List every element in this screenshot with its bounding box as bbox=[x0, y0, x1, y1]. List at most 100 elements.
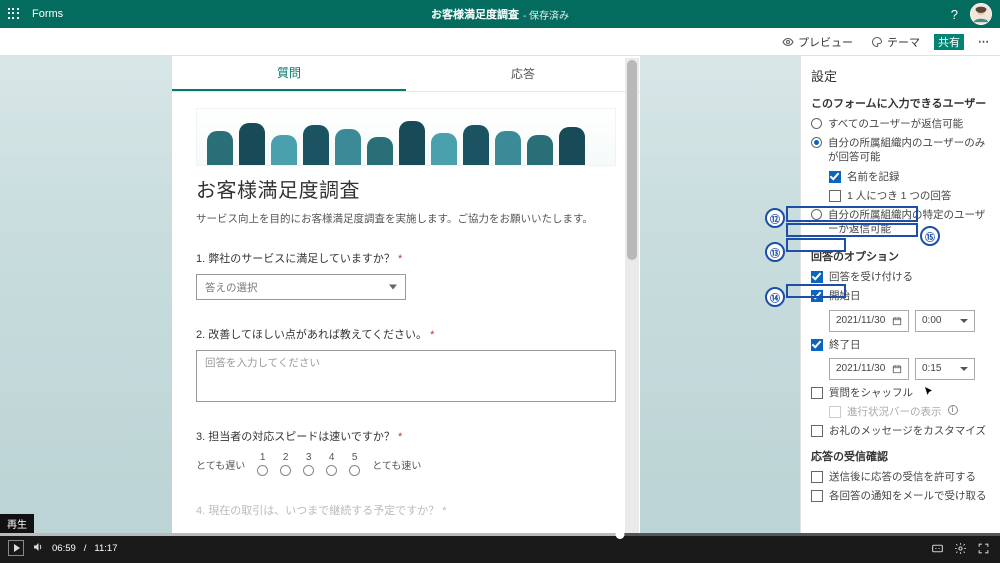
scrollbar-thumb[interactable] bbox=[627, 60, 637, 260]
q3-label: 3. 担当者の対応スピードは速いですか？ bbox=[196, 431, 395, 443]
annotation-13: ⑬ bbox=[765, 242, 785, 262]
opt-accept[interactable]: 回答を受け付ける bbox=[811, 270, 992, 284]
radio-icon bbox=[811, 137, 822, 148]
video-progress-fill bbox=[0, 533, 620, 536]
question-3[interactable]: 3. 担当者の対応スピードは速いですか？ * とても遅い 1 2 3 4 5 と… bbox=[196, 428, 616, 476]
rating-option-2[interactable]: 2 bbox=[280, 452, 291, 476]
captions-icon[interactable] bbox=[931, 542, 944, 555]
end-date-input[interactable]: 2021/11/30 bbox=[829, 358, 909, 380]
checkbox-icon bbox=[811, 490, 823, 502]
opt-record-name[interactable]: 名前を記録 bbox=[829, 170, 992, 184]
checkbox-icon bbox=[811, 471, 823, 483]
question-2[interactable]: 2. 改善してほしい点があれば教えてください。 * 回答を入力してください bbox=[196, 326, 616, 402]
start-time-input[interactable]: 0:00 bbox=[915, 310, 975, 332]
opt-email-receipt[interactable]: 各回答の通知をメールで受け取る bbox=[811, 489, 992, 503]
annotation-12: ⑫ bbox=[765, 208, 785, 228]
volume-button[interactable] bbox=[32, 541, 44, 556]
preview-label: プレビュー bbox=[798, 34, 853, 50]
silhouette-icon bbox=[207, 121, 605, 165]
checkbox-icon bbox=[811, 425, 823, 437]
radio-icon bbox=[811, 209, 822, 220]
q1-select-placeholder: 答えの選択 bbox=[205, 280, 258, 295]
theme-label: テーマ bbox=[887, 34, 920, 50]
workspace: 質問 応答 お客様満足度調査 bbox=[0, 56, 1000, 533]
info-icon[interactable]: i bbox=[948, 405, 958, 415]
video-time-elapsed: 06:59 bbox=[52, 543, 76, 554]
video-progress-track[interactable] bbox=[0, 533, 1000, 536]
preview-button[interactable]: プレビュー bbox=[778, 34, 857, 50]
help-icon[interactable]: ? bbox=[951, 7, 958, 22]
opt-specific[interactable]: 自分の所属組織内の特定のユーザーが返信可能 bbox=[811, 208, 992, 236]
play-icon bbox=[14, 544, 20, 552]
volume-icon bbox=[32, 541, 44, 553]
settings-title: 設定 bbox=[811, 66, 992, 85]
fullscreen-icon[interactable] bbox=[977, 542, 990, 555]
checkbox-icon bbox=[829, 406, 841, 418]
settings-gear-icon[interactable] bbox=[954, 542, 967, 555]
receipt-heading: 応答の受信確認 bbox=[811, 448, 992, 464]
tab-responses-label: 応答 bbox=[511, 65, 535, 82]
document-title[interactable]: お客様満足度調査 bbox=[431, 6, 519, 22]
opt-org[interactable]: 自分の所属組織内のユーザーのみが回答可能 bbox=[811, 136, 992, 164]
form-scrollbar[interactable] bbox=[625, 58, 639, 533]
opt-shuffle[interactable]: 質問をシャッフル bbox=[811, 386, 992, 400]
form-card: 質問 応答 お客様満足度調査 bbox=[172, 56, 640, 533]
opt-allow-receipt[interactable]: 送信後に応答の受信を許可する bbox=[811, 470, 992, 484]
tab-questions[interactable]: 質問 bbox=[172, 56, 406, 91]
opt-end-date[interactable]: 終了日 bbox=[811, 338, 992, 352]
q2-label: 2. 改善してほしい点があれば教えてください。 bbox=[196, 329, 427, 341]
more-button[interactable]: ⋯ bbox=[974, 35, 994, 48]
end-time-input[interactable]: 0:15 bbox=[915, 358, 975, 380]
opt-progress-bar: 進行状況バーの表示 i bbox=[829, 405, 992, 419]
required-mark: * bbox=[398, 431, 402, 443]
avatar[interactable] bbox=[970, 3, 992, 25]
opt-one-per[interactable]: 1 人につき 1 つの回答 bbox=[829, 189, 992, 203]
checkbox-icon bbox=[811, 339, 823, 351]
waffle-icon bbox=[8, 8, 20, 20]
form-description[interactable]: サービス向上を目的にお客様満足度調査を実施します。ご協力をお願いいたします。 bbox=[196, 211, 616, 226]
rating-option-3[interactable]: 3 bbox=[303, 452, 314, 476]
checkbox-icon bbox=[829, 171, 841, 183]
form-header-image[interactable] bbox=[196, 108, 616, 166]
rating-low-label: とても遅い bbox=[196, 457, 245, 472]
video-time-sep: / bbox=[84, 543, 87, 554]
tab-responses[interactable]: 応答 bbox=[406, 56, 640, 91]
form-tabs: 質問 応答 bbox=[172, 56, 640, 92]
rating-option-5[interactable]: 5 bbox=[349, 452, 360, 476]
question-1[interactable]: 1. 弊社のサービスに満足していますか？ * 答えの選択 bbox=[196, 250, 616, 300]
q2-placeholder: 回答を入力してください bbox=[205, 357, 320, 369]
video-progress-knob[interactable] bbox=[616, 530, 625, 539]
save-state: - 保存済み bbox=[523, 7, 569, 22]
rating-option-1[interactable]: 1 bbox=[257, 452, 268, 476]
calendar-icon bbox=[892, 316, 902, 326]
calendar-icon bbox=[892, 364, 902, 374]
rating-option-4[interactable]: 4 bbox=[326, 452, 337, 476]
app-launcher-button[interactable] bbox=[0, 0, 28, 28]
eye-icon bbox=[782, 36, 794, 48]
theme-button[interactable]: テーマ bbox=[867, 34, 924, 50]
rating-high-label: とても速い bbox=[372, 457, 421, 472]
opt-thankyou[interactable]: お礼のメッセージをカスタマイズ bbox=[811, 424, 992, 438]
start-date-input[interactable]: 2021/11/30 bbox=[829, 310, 909, 332]
play-label: 再生 bbox=[0, 514, 34, 533]
app-bar: Forms お客様満足度調査 - 保存済み ? bbox=[0, 0, 1000, 28]
action-bar: プレビュー テーマ 共有 ⋯ bbox=[0, 28, 1000, 56]
share-label: 共有 bbox=[938, 34, 960, 50]
share-button[interactable]: 共有 bbox=[934, 34, 964, 50]
annotation-15: ⑮ bbox=[920, 226, 940, 246]
video-time-total: 11:17 bbox=[94, 543, 117, 554]
resp-heading: 回答のオプション bbox=[811, 248, 992, 264]
form-title[interactable]: お客様満足度調査 bbox=[196, 174, 616, 203]
tab-questions-label: 質問 bbox=[277, 64, 301, 81]
play-button[interactable] bbox=[8, 540, 24, 556]
question-4-truncated: 4. 現在の取引は、いつまで継続する予定ですか？ * bbox=[196, 502, 616, 518]
opt-start-date[interactable]: 開始日 bbox=[811, 289, 992, 303]
palette-icon bbox=[871, 36, 883, 48]
q1-select[interactable]: 答えの選択 bbox=[196, 274, 406, 300]
q2-textarea[interactable]: 回答を入力してください bbox=[196, 350, 616, 402]
checkbox-icon bbox=[811, 387, 823, 399]
video-controls: 06:59 / 11:17 bbox=[0, 533, 1000, 563]
required-mark: * bbox=[430, 329, 434, 341]
opt-anyone[interactable]: すべてのユーザーが返信可能 bbox=[811, 117, 992, 131]
who-heading: このフォームに入力できるユーザー bbox=[811, 95, 992, 111]
